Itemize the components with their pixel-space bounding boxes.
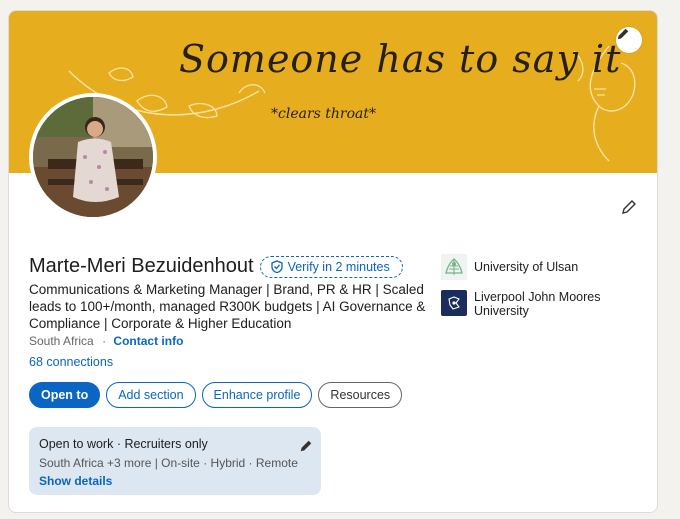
avatar-photo	[33, 97, 153, 217]
add-section-button[interactable]: Add section	[106, 382, 196, 408]
resources-button[interactable]: Resources	[318, 382, 403, 408]
banner-title: Someone has to say it	[179, 37, 622, 81]
edit-banner-button[interactable]	[616, 27, 642, 53]
verify-button[interactable]: Verify in 2 minutes	[259, 255, 403, 278]
action-buttons: Open to Add section Enhance profile Reso…	[29, 382, 403, 408]
location-row: South Africa · Contact info	[29, 334, 183, 348]
education-name: University of Ulsan	[474, 260, 579, 274]
name-row: Marte-Meri Bezuidenhout Verify in 2 minu…	[29, 255, 403, 278]
open-to-work-title: Open to work · Recruiters only	[39, 437, 208, 451]
education-name: Liverpool John Moores University	[474, 290, 601, 318]
pencil-icon	[617, 28, 629, 40]
separator-dot: ·	[102, 334, 107, 348]
profile-name: Marte-Meri Bezuidenhout	[29, 255, 254, 277]
banner-subtitle: *clears throat*	[271, 106, 377, 122]
open-to-work-card[interactable]: Open to work · Recruiters only South Afr…	[29, 427, 321, 495]
page-edge	[670, 0, 680, 519]
contact-info-link[interactable]: Contact info	[113, 334, 183, 348]
open-to-work-details: South Africa +3 more | On-site · Hybrid …	[39, 456, 298, 470]
connections-link[interactable]: 68 connections	[29, 355, 113, 369]
education-item[interactable]: University of Ulsan	[441, 254, 624, 280]
pencil-icon	[622, 200, 636, 214]
profile-headline: Communications & Marketing Manager | Bra…	[29, 282, 426, 331]
shield-check-icon	[270, 260, 283, 273]
enhance-profile-button[interactable]: Enhance profile	[201, 382, 313, 408]
open-to-button[interactable]: Open to	[29, 382, 101, 408]
profile-card: Someone has to say it *clears throat* Ma…	[8, 10, 658, 513]
education-item[interactable]: Liverpool John Moores University	[441, 290, 624, 318]
liverpool-john-moores-logo	[441, 290, 467, 316]
avatar[interactable]	[29, 93, 157, 221]
show-details-link[interactable]: Show details	[39, 474, 311, 488]
university-of-ulsan-logo	[441, 254, 467, 280]
pencil-icon[interactable]	[299, 439, 313, 453]
edit-profile-button[interactable]	[617, 195, 641, 219]
verify-label: Verify in 2 minutes	[287, 259, 390, 274]
profile-location: South Africa	[29, 334, 94, 348]
